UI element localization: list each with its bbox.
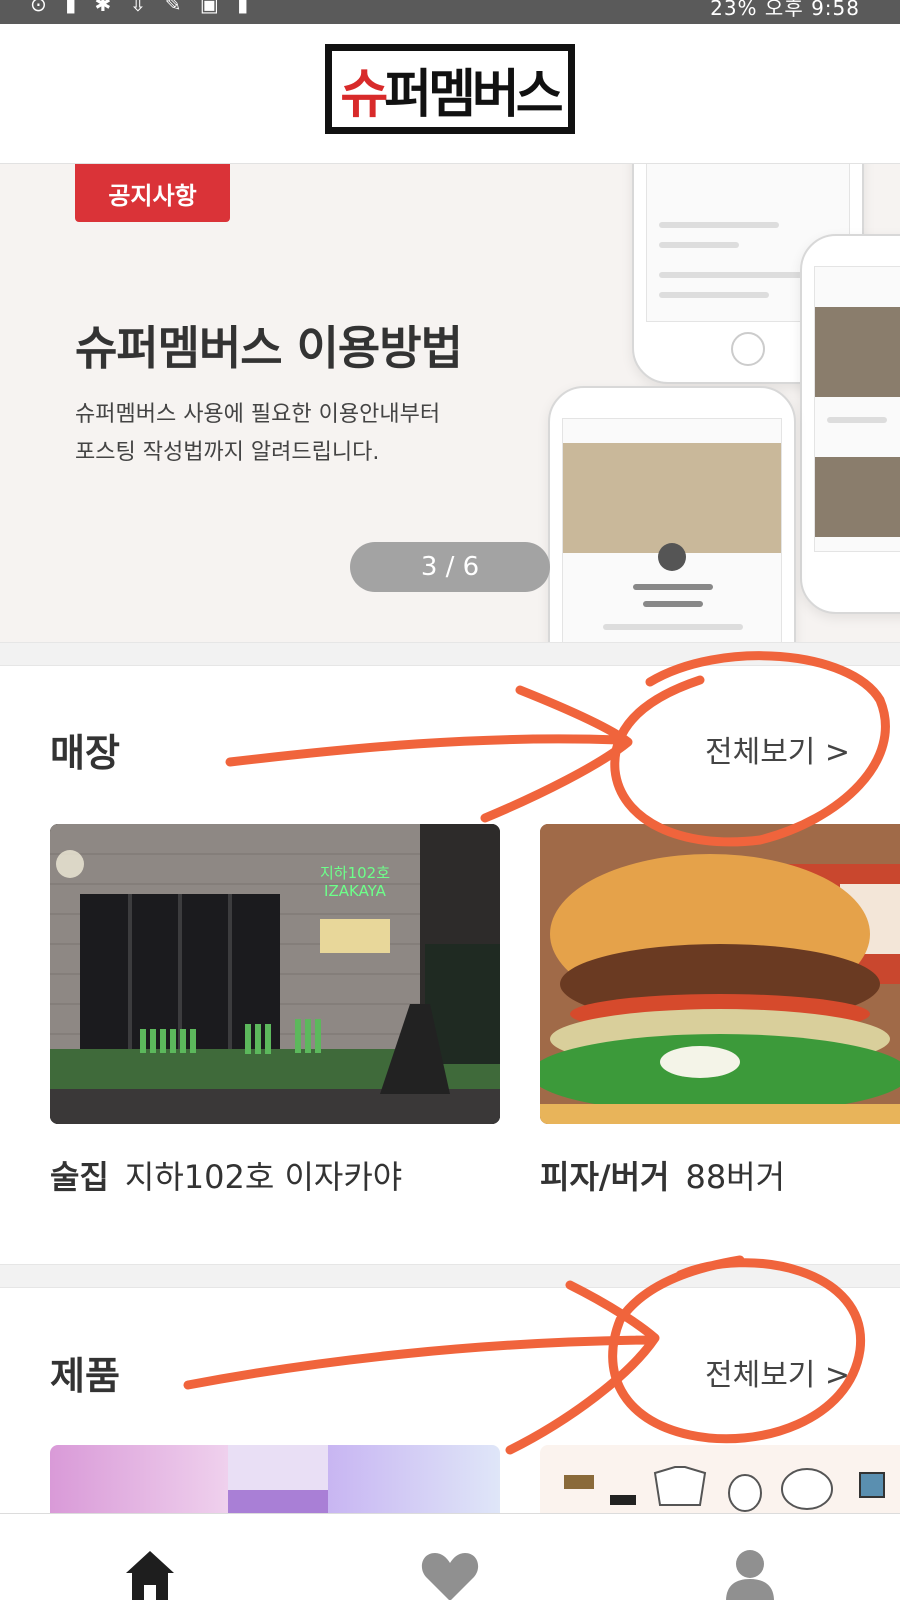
heart-icon: [421, 1553, 479, 1600]
product-bottle-cap: [228, 1490, 328, 1513]
stores-section-title: 매장: [50, 731, 120, 775]
banner-title: 슈퍼멤버스 이용방법: [75, 321, 463, 375]
app-header: 슈 퍼멤버스: [0, 24, 900, 164]
izakaya-neon-sign: 지하102호 IZAKAYA: [319, 864, 391, 900]
banner-desc-line-1: 슈퍼멤버스 사용에 필요한 이용안내부터: [75, 402, 441, 427]
products-see-all-link[interactable]: 전체보기 >: [705, 1350, 850, 1394]
nav-favorites[interactable]: [390, 1514, 510, 1600]
store-card-image-izakaya[interactable]: 지하102호 IZAKAYA: [50, 824, 500, 1124]
phone-mockup-right: [800, 234, 900, 614]
products-section-title: 제품: [50, 1354, 120, 1398]
logo-text-first: 슈: [340, 64, 388, 125]
banner-desc-line-2: 포스팅 작성법까지 알려드립니다.: [75, 440, 380, 465]
burger-photo: [540, 824, 900, 1124]
status-bar: ⊙ ▮ ✱ ⇩ ✎ ▣ ▮ 23% 오후 9:58: [0, 0, 900, 24]
notice-badge: 공지사항: [75, 164, 230, 222]
app-logo[interactable]: 슈 퍼멤버스: [325, 44, 575, 134]
annotation-arrow-products: [183, 1280, 660, 1455]
section-divider: [0, 642, 900, 666]
section-divider: [0, 1264, 900, 1288]
store-card-caption-burger[interactable]: 피자/버거 88버거: [540, 1152, 785, 1198]
store-category: 피자/버거: [540, 1158, 670, 1196]
home-icon: [126, 1551, 174, 1600]
banner-pager: 3 / 6: [350, 542, 550, 592]
nav-home[interactable]: [90, 1514, 210, 1600]
store-name: 지하102호 이자카야: [124, 1158, 403, 1196]
notice-banner[interactable]: 공지사항 슈퍼멤버스 이용방법 슈퍼멤버스 사용에 필요한 이용안내부터 포스팅…: [0, 164, 900, 642]
status-notification-icons: ⊙ ▮ ✱ ⇩ ✎ ▣ ▮: [30, 0, 255, 16]
store-card-caption-izakaya[interactable]: 술집 지하102호 이자카야: [50, 1152, 402, 1198]
stores-see-all-link[interactable]: 전체보기 >: [705, 727, 850, 771]
profile-icon: [726, 1550, 774, 1600]
product-card-image-2[interactable]: [540, 1445, 900, 1513]
bottom-navigation: [0, 1513, 900, 1600]
annotation-arrow-stores: [225, 685, 633, 823]
product-illustration: [564, 1466, 885, 1512]
store-category: 술집: [50, 1158, 109, 1196]
status-battery-time: 23% 오후 9:58: [710, 0, 860, 20]
izakaya-photo: [50, 824, 500, 1124]
logo-text-rest: 퍼멤버스: [384, 64, 563, 125]
store-name: 88버거: [685, 1158, 786, 1196]
phone-mockup-bottom: [548, 386, 796, 642]
banner-description: 슈퍼멤버스 사용에 필요한 이용안내부터 포스팅 작성법까지 알려드립니다.: [75, 396, 555, 472]
nav-profile[interactable]: [690, 1514, 810, 1600]
product-card-image-1[interactable]: [50, 1445, 500, 1513]
store-card-image-burger[interactable]: [540, 824, 900, 1124]
